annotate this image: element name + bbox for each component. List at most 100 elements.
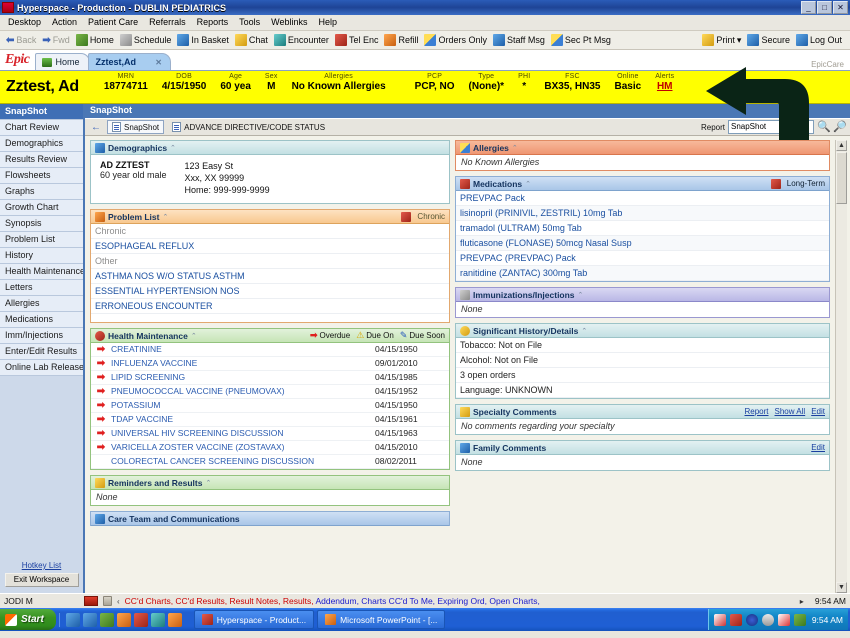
panel-specialty-comments-header[interactable]: Specialty Comments Report Show All Edit bbox=[456, 405, 829, 419]
chevron-icon[interactable]: ⌃ bbox=[205, 479, 211, 487]
list-item[interactable]: ESSENTIAL HYPERTENSION NOS bbox=[91, 284, 449, 299]
panel-allergies-header[interactable]: Allergies ⌃ bbox=[456, 141, 829, 155]
menu-item-patient-care[interactable]: Patient Care bbox=[83, 16, 144, 29]
sidebar-item-history[interactable]: History bbox=[0, 248, 83, 264]
table-row[interactable]: ➡ INFLUENZA VACCINE 09/01/2010 bbox=[91, 357, 449, 371]
sidebar-item-results-review[interactable]: Results Review bbox=[0, 152, 83, 168]
tray-app-icon-2[interactable] bbox=[778, 614, 790, 626]
close-button[interactable]: ✕ bbox=[833, 1, 848, 14]
sidebar-item-synopsis[interactable]: Synopsis bbox=[0, 216, 83, 232]
specialty-report-link[interactable]: Report bbox=[745, 407, 769, 416]
menu-item-desktop[interactable]: Desktop bbox=[3, 16, 47, 29]
sidebar-item-medications[interactable]: Medications bbox=[0, 312, 83, 328]
status-prev-arrow-icon[interactable]: ‹ bbox=[117, 597, 120, 606]
taskbar-item-hyperspace[interactable]: Hyperspace - Product... bbox=[194, 610, 314, 629]
list-item[interactable]: tramadol (ULTRAM) 50mg Tab bbox=[456, 221, 829, 236]
sidebar-item-chart-review[interactable]: Chart Review bbox=[0, 120, 83, 136]
tray-app-icon-3[interactable] bbox=[794, 614, 806, 626]
toolbar-chat-button[interactable]: Chat bbox=[233, 34, 272, 46]
scroll-up-arrow-icon[interactable]: ▲ bbox=[836, 140, 847, 151]
menu-item-tools[interactable]: Tools bbox=[234, 16, 266, 29]
desktop-icon[interactable] bbox=[83, 613, 97, 627]
toolbar-telenc-button[interactable]: Tel Enc bbox=[333, 34, 383, 46]
toolbar-inbasket-button[interactable]: In Basket bbox=[175, 34, 233, 46]
panel-demographics-header[interactable]: Demographics ⌃ bbox=[91, 141, 449, 155]
list-item[interactable]: fluticasone (FLONASE) 50mcg Nasal Susp bbox=[456, 236, 829, 251]
list-item[interactable]: ranitidine (ZANTAC) 300mg Tab bbox=[456, 266, 829, 281]
toolbar-forward-button[interactable]: ➡ Fwd bbox=[40, 35, 73, 46]
panel-health-maintenance-header[interactable]: Health Maintenance ⌃ ➡ Overdue ⚠ Due On bbox=[91, 329, 449, 343]
toolbar-staff-msg-button[interactable]: Staff Msg bbox=[491, 34, 549, 46]
chevron-icon[interactable]: ⌃ bbox=[162, 213, 168, 221]
table-row[interactable]: ➡ LIPID SCREENING 04/15/1985 bbox=[91, 371, 449, 385]
list-item[interactable]: ASTHMA NOS W/O STATUS ASTHM bbox=[91, 269, 449, 284]
toolbar-print-button[interactable]: Print ▾ bbox=[700, 34, 745, 46]
menu-item-reports[interactable]: Reports bbox=[192, 16, 235, 29]
tab-home[interactable]: Home bbox=[35, 53, 90, 70]
toolbar-secure-button[interactable]: Secure bbox=[745, 34, 794, 46]
exit-workspace-button[interactable]: Exit Workspace bbox=[5, 573, 79, 587]
status-message[interactable]: CC'd Charts, CC'd Results, Result Notes,… bbox=[125, 596, 789, 606]
magnifier-alt-icon[interactable]: 🔎 bbox=[833, 121, 846, 134]
report-input[interactable]: SnapShot bbox=[728, 120, 814, 134]
close-icon[interactable]: ✕ bbox=[155, 58, 162, 67]
tab-patient-chart[interactable]: Zztest,Ad ✕ bbox=[88, 53, 171, 70]
start-button[interactable]: Start bbox=[0, 609, 56, 630]
family-edit-link[interactable]: Edit bbox=[811, 443, 825, 452]
panel-reminders-header[interactable]: Reminders and Results ⌃ bbox=[91, 476, 449, 490]
sidebar-item-growth-chart[interactable]: Growth Chart bbox=[0, 200, 83, 216]
list-item[interactable]: ESOPHAGEAL REFLUX bbox=[91, 239, 449, 254]
list-item[interactable]: ERRONEOUS ENCOUNTER bbox=[91, 299, 449, 314]
toolbar-home-button[interactable]: Home bbox=[74, 34, 118, 46]
toolbar-back-button[interactable]: ⬅ Back bbox=[4, 35, 40, 46]
app-icon-2[interactable] bbox=[134, 613, 148, 627]
inbasket-alert-icon[interactable] bbox=[84, 596, 98, 606]
sidebar-item-graphs[interactable]: Graphs bbox=[0, 184, 83, 200]
list-item[interactable]: PREVPAC (PREVPAC) Pack bbox=[456, 251, 829, 266]
workspace-button-snapshot[interactable]: SnapShot bbox=[107, 120, 164, 134]
table-row[interactable]: ➡ CREATININE 04/15/1950 bbox=[91, 343, 449, 357]
content-scrollbar[interactable]: ▲ ▼ bbox=[835, 140, 847, 593]
excel-icon[interactable] bbox=[100, 613, 114, 627]
sidebar-item-snapshot[interactable]: SnapShot bbox=[0, 104, 83, 120]
toolbar-logout-button[interactable]: Log Out bbox=[794, 34, 846, 46]
tray-clock-time[interactable]: 9:54 AM bbox=[810, 615, 843, 625]
word-icon[interactable] bbox=[151, 613, 165, 627]
toolbar-schedule-button[interactable]: Schedule bbox=[118, 34, 176, 46]
tray-app-icon-1[interactable] bbox=[730, 614, 742, 626]
status-badge-hm-alert[interactable]: HM bbox=[657, 81, 673, 93]
panel-significant-history-header[interactable]: Significant History/Details ⌃ bbox=[456, 324, 829, 338]
app-icon-1[interactable] bbox=[117, 613, 131, 627]
sidebar-item-flowsheets[interactable]: Flowsheets bbox=[0, 168, 83, 184]
sidebar-item-imm-injections[interactable]: Imm/Injections bbox=[0, 328, 83, 344]
list-item[interactable]: PREVPAC Pack bbox=[456, 191, 829, 206]
tray-clock-icon[interactable] bbox=[762, 614, 774, 626]
hotkey-list-link[interactable]: Hotkey List bbox=[4, 561, 79, 570]
sidebar-item-allergies[interactable]: Allergies bbox=[0, 296, 83, 312]
scroll-down-arrow-icon[interactable]: ▼ bbox=[836, 582, 847, 593]
chevron-icon[interactable]: ⌃ bbox=[525, 180, 531, 188]
panel-care-team-header[interactable]: Care Team and Communications bbox=[91, 512, 449, 526]
sidebar-item-enter-edit-results[interactable]: Enter/Edit Results bbox=[0, 344, 83, 360]
menu-item-help[interactable]: Help bbox=[313, 16, 343, 29]
scrollbar-thumb[interactable] bbox=[836, 152, 847, 204]
browser-icon[interactable] bbox=[66, 613, 80, 627]
minimize-button[interactable]: _ bbox=[801, 1, 816, 14]
sidebar-item-online-lab-release[interactable]: Online Lab Release bbox=[0, 360, 83, 376]
menu-item-weblinks[interactable]: Weblinks bbox=[266, 16, 313, 29]
table-row[interactable]: ➡ TDAP VACCINE 04/15/1961 bbox=[91, 413, 449, 427]
panel-family-comments-header[interactable]: Family Comments Edit bbox=[456, 441, 829, 455]
chevron-icon[interactable]: ⌃ bbox=[512, 144, 518, 152]
chevron-icon[interactable]: ⌃ bbox=[581, 327, 587, 335]
toolbar-encounter-button[interactable]: Encounter bbox=[272, 34, 333, 46]
tray-pen-icon[interactable] bbox=[714, 614, 726, 626]
menu-item-referrals[interactable]: Referrals bbox=[144, 16, 192, 29]
chevron-icon[interactable]: ⌃ bbox=[170, 144, 176, 152]
panel-problem-list-header[interactable]: Problem List ⌃ Chronic bbox=[91, 210, 449, 224]
magnifier-icon[interactable]: 🔍 bbox=[817, 121, 830, 134]
workspace-back-icon[interactable]: ← bbox=[89, 122, 103, 133]
table-row[interactable]: COLORECTAL CANCER SCREENING DISCUSSION 0… bbox=[91, 455, 449, 469]
taskbar-item-powerpoint[interactable]: Microsoft PowerPoint - [... bbox=[317, 610, 445, 629]
sidebar-item-problem-list[interactable]: Problem List bbox=[0, 232, 83, 248]
sidebar-item-health-maintenance[interactable]: Health Maintenance bbox=[0, 264, 83, 280]
